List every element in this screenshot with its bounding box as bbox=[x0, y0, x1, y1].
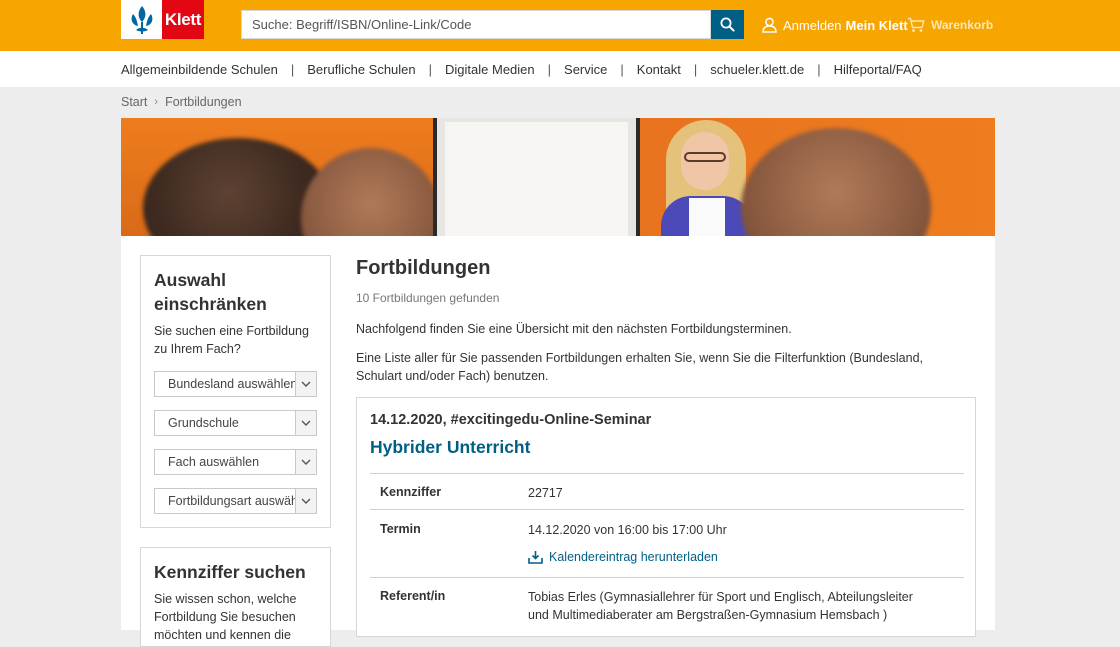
nav-item-kontakt[interactable]: Kontakt bbox=[637, 62, 681, 77]
bundesland-select[interactable]: Bundesland auswählen bbox=[154, 371, 317, 397]
schulart-select[interactable]: Grundschule bbox=[154, 410, 317, 436]
termin-label: Termin bbox=[380, 522, 421, 536]
schulart-select-value: Grundschule bbox=[168, 416, 239, 430]
divider bbox=[370, 509, 964, 510]
nav-separator: | bbox=[428, 61, 433, 77]
hero-presenter-glasses bbox=[684, 152, 726, 162]
fach-select[interactable]: Fach auswählen bbox=[154, 449, 317, 475]
cart-label: Warenkorb bbox=[931, 18, 994, 32]
calendar-download-icon bbox=[528, 551, 543, 564]
termin-value: 14.12.2020 von 16:00 bis 17:00 Uhr bbox=[528, 523, 727, 537]
code-search-title: Kennziffer suchen bbox=[154, 562, 306, 582]
fortbildungsart-select[interactable]: Fortbildungsart auswählen bbox=[154, 488, 317, 514]
kennziffer-value: 22717 bbox=[528, 486, 563, 500]
top-bar: Klett Anmelden Mein Klett Warenkorb bbox=[0, 0, 1120, 51]
breadcrumb-start[interactable]: Start bbox=[121, 95, 147, 109]
kennziffer-label: Kennziffer bbox=[380, 485, 442, 499]
login-label: Anmelden bbox=[783, 17, 842, 33]
filter-hint-text: Eine Liste aller für Sie passenden Fortb… bbox=[356, 351, 924, 383]
nav-separator: | bbox=[817, 61, 821, 77]
filter-title: Auswahl einschränken bbox=[154, 270, 267, 314]
cart-link[interactable]: Warenkorb bbox=[907, 14, 993, 36]
breadcrumb-current: Fortbildungen bbox=[165, 95, 242, 109]
divider bbox=[370, 473, 964, 474]
event-date: 14.12.2020, #excitingedu-Online-Seminar bbox=[370, 412, 652, 428]
hero-flipchart bbox=[433, 118, 640, 236]
referent-value: Tobias Erles (Gymnasiallehrer für Sport … bbox=[528, 590, 913, 622]
code-search-text: Sie wissen schon, welche Fortbildung Sie… bbox=[154, 592, 297, 642]
content-area: Auswahl einschränken Sie suchen eine For… bbox=[121, 236, 995, 647]
nav-item-berufliche-schulen[interactable]: Berufliche Schulen bbox=[307, 62, 415, 77]
divider bbox=[370, 577, 964, 578]
user-icon bbox=[762, 17, 777, 33]
breadcrumb-chevron-icon: › bbox=[154, 96, 159, 108]
search-box bbox=[241, 10, 711, 39]
nav-item-allgemeinbildende-schulen[interactable]: Allgemeinbildende Schulen bbox=[121, 62, 278, 77]
fortbildungsart-select-value: Fortbildungsart auswählen bbox=[168, 494, 295, 508]
breadcrumb: Start › Fortbildungen bbox=[121, 95, 242, 109]
search-button[interactable] bbox=[711, 10, 744, 39]
klett-logo-icon bbox=[131, 6, 153, 34]
klett-logo-text: Klett bbox=[162, 0, 204, 39]
fach-select-value: Fach auswählen bbox=[168, 455, 260, 469]
chevron-down-icon bbox=[295, 489, 316, 513]
nav-item-service[interactable]: Service bbox=[564, 62, 607, 77]
calendar-download-link[interactable]: Kalendereintrag herunterladen bbox=[528, 550, 718, 564]
event-title[interactable]: Hybrider Unterricht bbox=[370, 437, 530, 458]
hero-flipchart-paper bbox=[445, 122, 628, 236]
nav-item-schueler-klett[interactable]: schueler.klett.de bbox=[710, 62, 804, 77]
intro-text: Nachfolgend finden Sie eine Übersicht mi… bbox=[356, 322, 792, 336]
referent-label: Referent/in bbox=[380, 589, 446, 603]
page-title: Fortbildungen bbox=[356, 257, 491, 279]
nav-separator: | bbox=[620, 61, 624, 77]
chevron-down-icon bbox=[295, 372, 316, 396]
chevron-down-icon bbox=[295, 450, 316, 474]
filter-text: Sie suchen eine Fortbildung zu Ihrem Fac… bbox=[154, 324, 309, 356]
hero-image bbox=[121, 118, 995, 236]
filter-box: Auswahl einschränken Sie suchen eine For… bbox=[140, 255, 331, 528]
event-card: 14.12.2020, #excitingedu-Online-Seminar … bbox=[356, 397, 976, 637]
mein-klett-label: Mein Klett bbox=[845, 17, 908, 33]
nav-separator: | bbox=[693, 61, 698, 77]
cart-icon bbox=[908, 17, 925, 32]
nav-item-hilfeportal[interactable]: Hilfeportal/FAQ bbox=[834, 62, 922, 77]
result-count: 10 Fortbildungen gefunden bbox=[356, 291, 500, 305]
nav-item-digitale-medien[interactable]: Digitale Medien bbox=[445, 62, 535, 77]
search-icon bbox=[720, 17, 735, 32]
nav-separator: | bbox=[290, 61, 295, 77]
klett-logo[interactable]: Klett bbox=[121, 0, 204, 39]
chevron-down-icon bbox=[295, 411, 316, 435]
hero-presenter-shirt bbox=[689, 198, 725, 236]
code-search-box: Kennziffer suchen Sie wissen schon, welc… bbox=[140, 547, 331, 647]
calendar-download-label: Kalendereintrag herunterladen bbox=[549, 550, 718, 564]
search-input[interactable] bbox=[242, 11, 710, 38]
main-navigation: Allgemeinbildende Schulen | Berufliche Sc… bbox=[0, 51, 1120, 87]
bundesland-select-value: Bundesland auswählen bbox=[168, 377, 295, 391]
nav-separator: | bbox=[547, 61, 552, 77]
login-link[interactable]: Anmelden Mein Klett bbox=[762, 14, 908, 36]
